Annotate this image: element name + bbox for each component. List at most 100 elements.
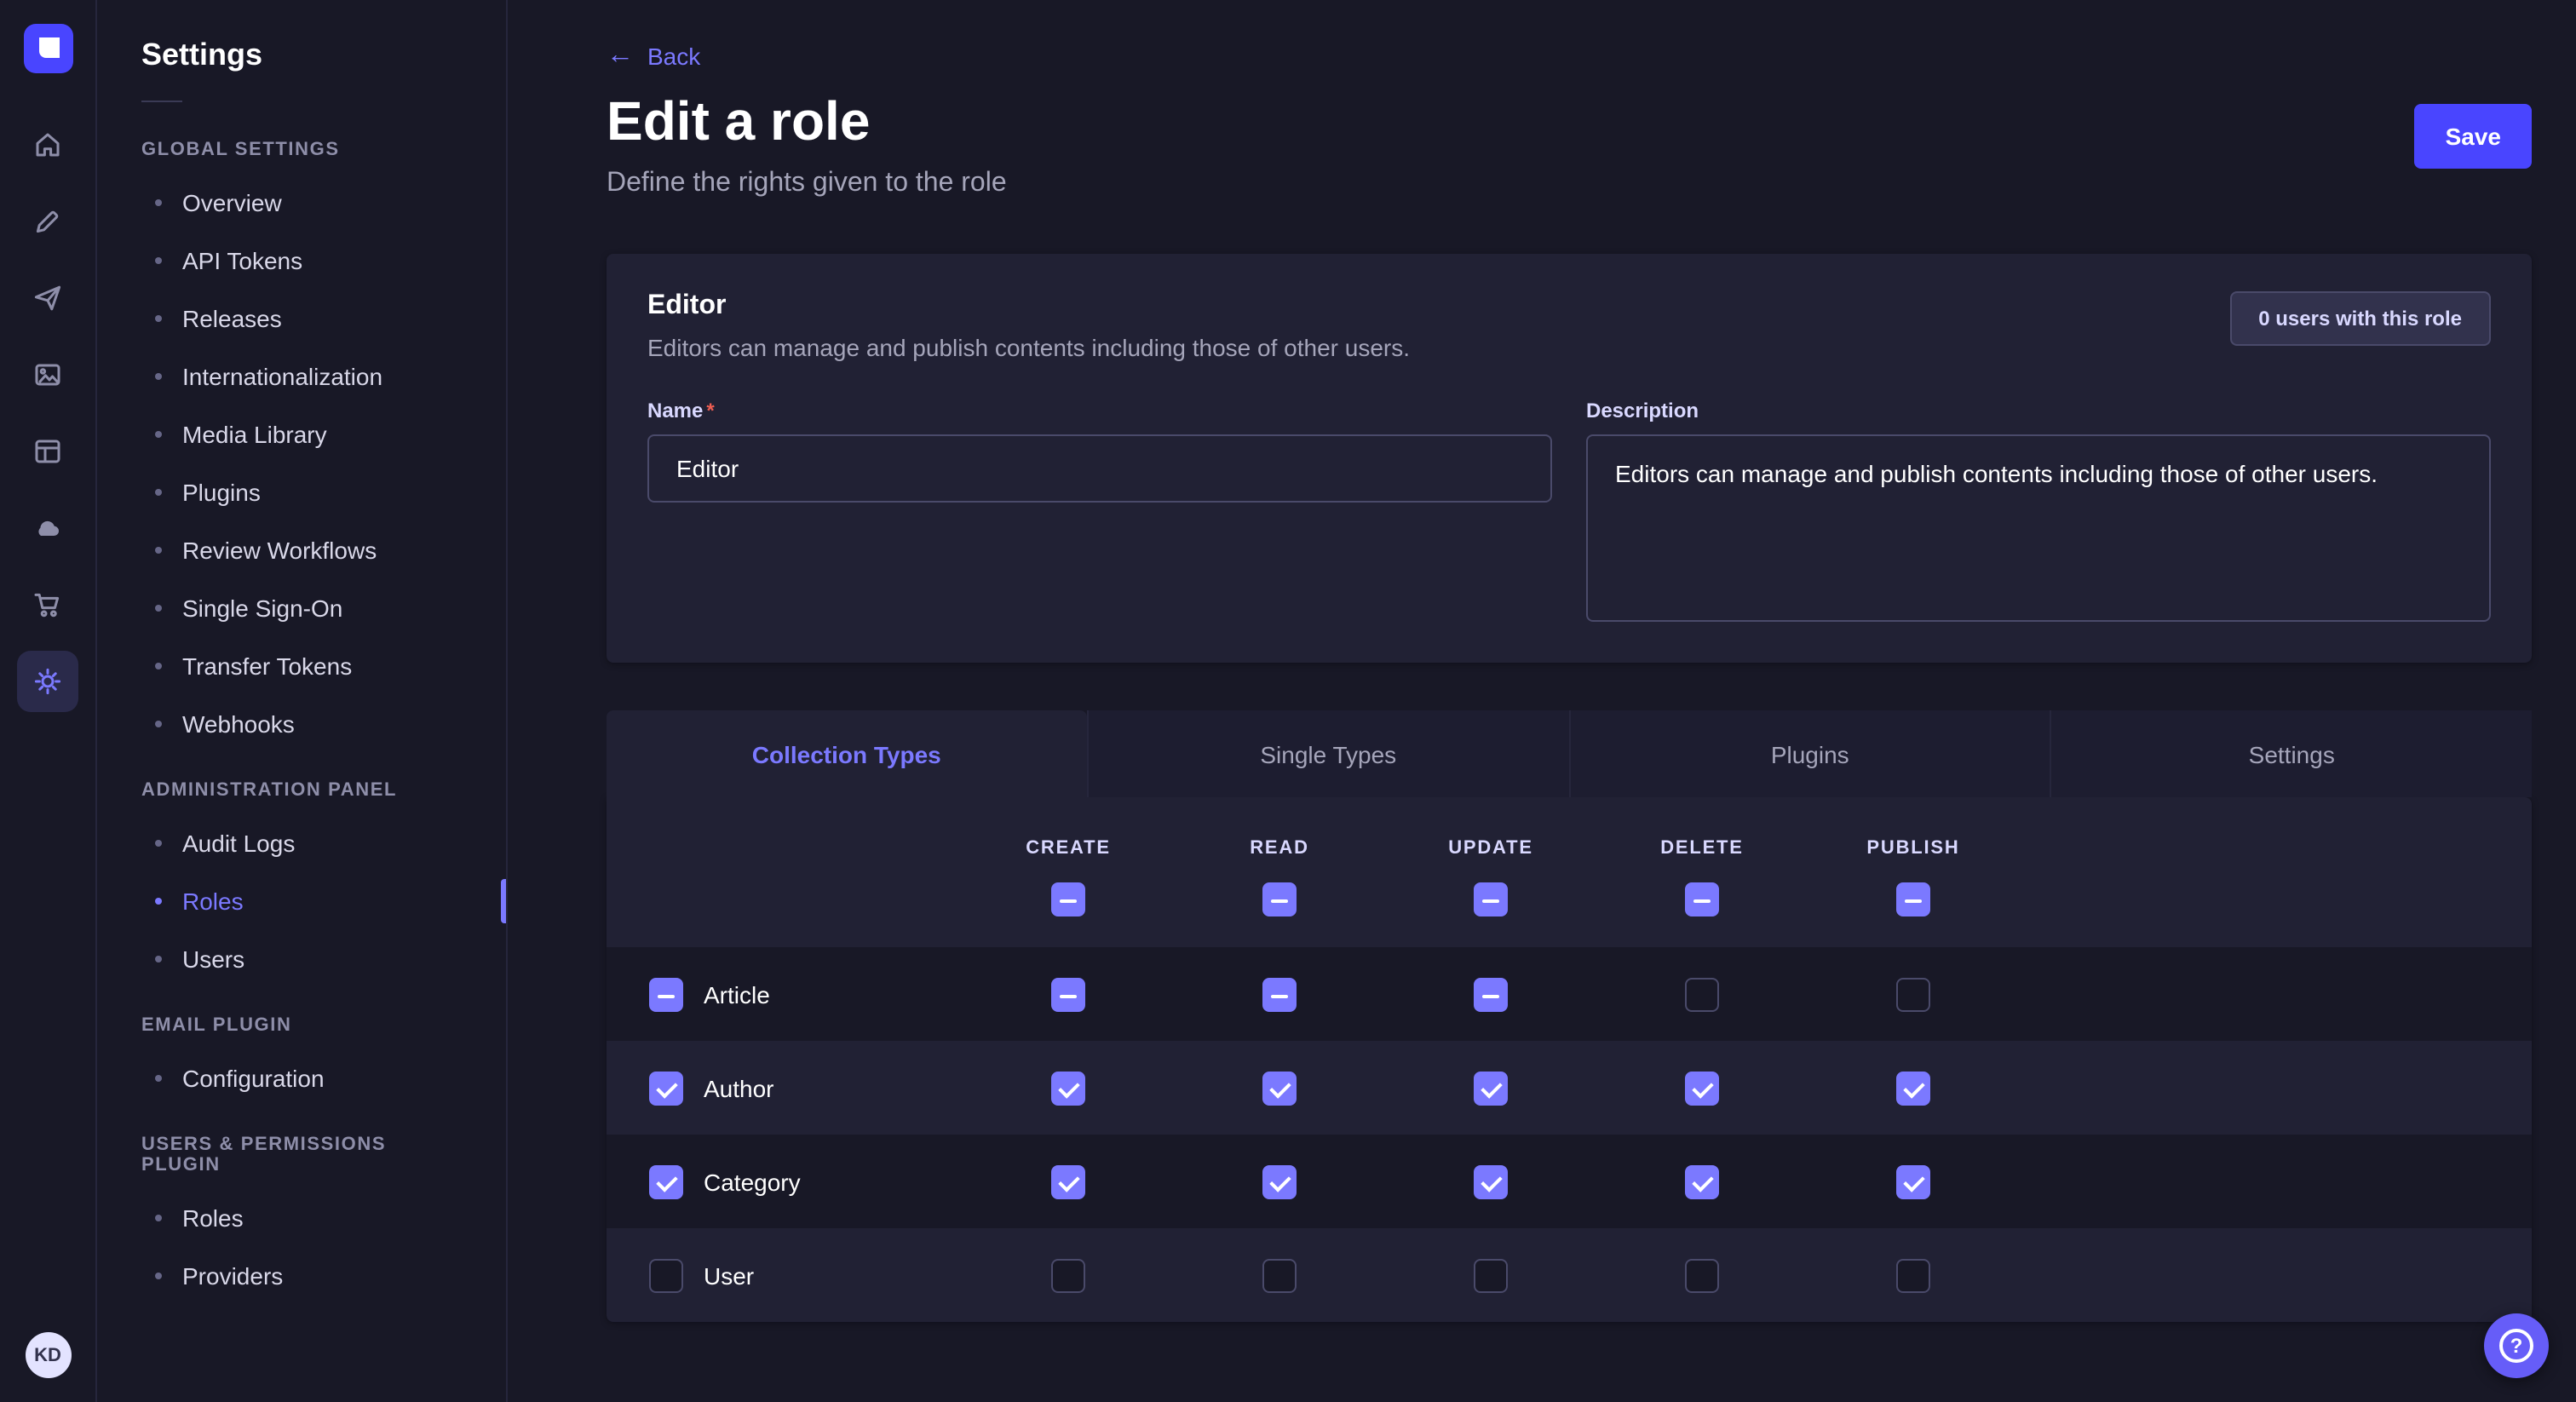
category-update-checkbox[interactable] [1474, 1164, 1508, 1198]
author-read-checkbox[interactable] [1262, 1071, 1297, 1105]
row-user-checkbox[interactable] [649, 1258, 683, 1292]
sidebar-item-overview[interactable]: Overview [97, 174, 506, 232]
sidebar-item-label: Roles [182, 1204, 244, 1232]
row-header-author: Author [649, 1071, 963, 1105]
sidebar-item-label: Overview [182, 189, 282, 216]
row-category-checkbox[interactable] [649, 1164, 683, 1198]
user-create-checkbox[interactable] [1051, 1258, 1085, 1292]
user-delete-checkbox[interactable] [1685, 1258, 1719, 1292]
sidebar-item-transfer-tokens[interactable]: Transfer Tokens [97, 637, 506, 695]
select-all-delete-checkbox[interactable] [1685, 882, 1719, 916]
sidebar-item-providers[interactable]: Providers [97, 1247, 506, 1305]
home-icon[interactable] [17, 114, 78, 175]
bullet-icon [155, 315, 162, 322]
user-publish-checkbox[interactable] [1896, 1258, 1930, 1292]
row-author-checkbox[interactable] [649, 1071, 683, 1105]
name-input[interactable] [647, 434, 1552, 503]
content-type-builder-icon[interactable] [17, 421, 78, 482]
strapi-logo[interactable] [23, 24, 72, 73]
row-label: Author [704, 1074, 774, 1101]
column-delete: DELETE [1596, 838, 1808, 916]
select-all-update-checkbox[interactable] [1474, 882, 1508, 916]
sidebar-item-label: Media Library [182, 421, 327, 448]
row-label: Category [704, 1168, 801, 1195]
paper-plane-icon[interactable] [17, 267, 78, 329]
sidebar-item-plugins[interactable]: Plugins [97, 463, 506, 521]
author-update-checkbox[interactable] [1474, 1071, 1508, 1105]
sidebar-item-roles[interactable]: Roles [97, 1189, 506, 1247]
select-all-read-checkbox[interactable] [1262, 882, 1297, 916]
marketplace-cart-icon[interactable] [17, 574, 78, 635]
media-library-icon[interactable] [17, 344, 78, 405]
permission-row-category: Category [607, 1135, 2532, 1228]
article-update-checkbox[interactable] [1474, 977, 1508, 1011]
row-header-category: Category [649, 1164, 963, 1198]
author-delete-checkbox[interactable] [1685, 1071, 1719, 1105]
tab-settings[interactable]: Settings [2050, 710, 2533, 797]
user-read-checkbox[interactable] [1262, 1258, 1297, 1292]
column-label-publish: PUBLISH [1866, 838, 1959, 859]
settings-gear-icon[interactable] [17, 651, 78, 712]
permissions-rows: Article Author Category User [607, 947, 2532, 1322]
article-delete-checkbox[interactable] [1685, 977, 1719, 1011]
category-delete-checkbox[interactable] [1685, 1164, 1719, 1198]
description-input[interactable]: Editors can manage and publish contents … [1586, 434, 2491, 622]
role-title: Editor [647, 291, 1410, 322]
users-count-badge[interactable]: 0 users with this role [2229, 291, 2491, 346]
select-all-publish-checkbox[interactable] [1896, 882, 1930, 916]
sidebar-item-label: Users [182, 945, 244, 973]
article-create-checkbox[interactable] [1051, 977, 1085, 1011]
tab-single-types[interactable]: Single Types [1087, 710, 1569, 797]
column-read: READ [1174, 838, 1385, 916]
sidebar-item-users[interactable]: Users [97, 930, 506, 988]
settings-sidebar: Settings GLOBAL SETTINGS Overview API To… [97, 0, 508, 1402]
help-button[interactable]: ? [2484, 1313, 2549, 1378]
cell-user-read [1174, 1258, 1385, 1292]
tab-collection-types[interactable]: Collection Types [607, 710, 1087, 797]
permissions-section: Collection TypesSingle TypesPluginsSetti… [607, 710, 2532, 1322]
column-label-delete: DELETE [1660, 838, 1744, 859]
category-read-checkbox[interactable] [1262, 1164, 1297, 1198]
permission-tabs: Collection TypesSingle TypesPluginsSetti… [607, 710, 2532, 797]
sidebar-item-label: API Tokens [182, 247, 302, 274]
user-avatar[interactable]: KD [25, 1332, 71, 1378]
author-publish-checkbox[interactable] [1896, 1071, 1930, 1105]
page-subtitle: Define the rights given to the role [607, 169, 1007, 199]
sidebar-item-review-workflows[interactable]: Review Workflows [97, 521, 506, 579]
category-create-checkbox[interactable] [1051, 1164, 1085, 1198]
permissions-panel: CREATEREADUPDATEDELETEPUBLISH ArticleAut… [607, 797, 2532, 1322]
cloud-icon[interactable] [17, 497, 78, 559]
permission-row-user: User [607, 1228, 2532, 1322]
article-read-checkbox[interactable] [1262, 977, 1297, 1011]
save-button[interactable]: Save [2415, 104, 2532, 169]
bullet-icon [155, 1075, 162, 1082]
sidebar-item-webhooks[interactable]: Webhooks [97, 695, 506, 753]
column-label-read: READ [1250, 838, 1309, 859]
row-article-checkbox[interactable] [649, 977, 683, 1011]
cell-category-read [1174, 1164, 1385, 1198]
sidebar-item-releases[interactable]: Releases [97, 290, 506, 348]
question-mark-icon: ? [2499, 1329, 2533, 1363]
article-publish-checkbox[interactable] [1896, 977, 1930, 1011]
sidebar-item-roles[interactable]: Roles [97, 872, 506, 930]
sidebar-item-media-library[interactable]: Media Library [97, 405, 506, 463]
main-content: ← Back Edit a role Define the rights giv… [508, 0, 2576, 1402]
author-create-checkbox[interactable] [1051, 1071, 1085, 1105]
content-pen-icon[interactable] [17, 191, 78, 252]
permission-row-article: Article [607, 947, 2532, 1041]
tab-plugins[interactable]: Plugins [1568, 710, 2050, 797]
sidebar-item-internationalization[interactable]: Internationalization [97, 348, 506, 405]
sidebar-title: Settings [97, 37, 506, 73]
sidebar-item-single-sign-on[interactable]: Single Sign-On [97, 579, 506, 637]
user-update-checkbox[interactable] [1474, 1258, 1508, 1292]
back-link[interactable]: ← Back [607, 43, 700, 70]
select-all-create-checkbox[interactable] [1051, 882, 1085, 916]
sidebar-item-label: Roles [182, 888, 244, 915]
bullet-icon [155, 373, 162, 380]
sidebar-item-api-tokens[interactable]: API Tokens [97, 232, 506, 290]
sidebar-item-configuration[interactable]: Configuration [97, 1049, 506, 1107]
category-publish-checkbox[interactable] [1896, 1164, 1930, 1198]
row-label: Article [704, 980, 770, 1008]
sidebar-item-audit-logs[interactable]: Audit Logs [97, 814, 506, 872]
cell-author-create [963, 1071, 1174, 1105]
